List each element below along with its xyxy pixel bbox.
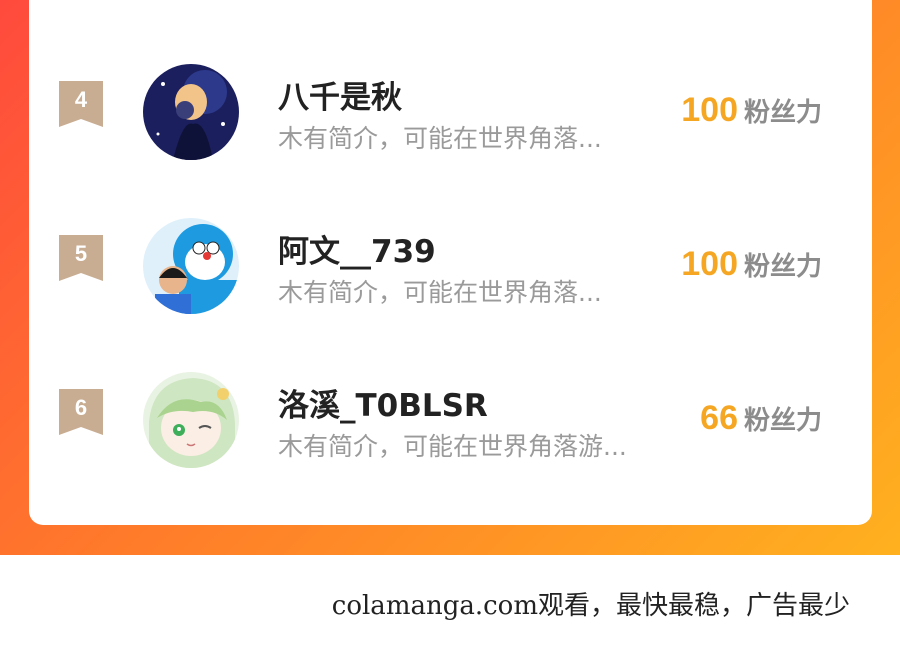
fans-score: 100 粉丝力	[681, 91, 822, 130]
ranking-row[interactable]: 4 八千是秋 木有简介，可能在世界角落... 100 粉丝力	[29, 64, 872, 164]
fans-unit: 粉丝力	[743, 98, 822, 128]
ranking-row[interactable]: 5 阿文__739 木有简介，可能在世界角落... 100 粉丝力	[29, 218, 872, 318]
avatar[interactable]	[143, 372, 239, 468]
fans-count: 66	[700, 399, 738, 437]
rank-number: 4	[74, 87, 88, 112]
rank-badge: 5	[59, 235, 103, 281]
user-bio: 木有简介，可能在世界角落游...	[278, 432, 627, 461]
rank-badge: 6	[59, 389, 103, 435]
footer: colamanga.com观看，最快最稳，广告最少	[0, 585, 900, 625]
watermark-text: colamanga.com观看，最快最稳，广告最少	[331, 591, 850, 621]
fans-score: 100 粉丝力	[681, 245, 822, 284]
rank-badge: 4	[59, 81, 103, 127]
fans-count: 100	[681, 91, 738, 129]
avatar[interactable]	[143, 64, 239, 160]
ranking-row[interactable]: 6 洛溪_T0BLSR 木有简介，可能在世界角落游... 66 粉丝力	[29, 372, 872, 472]
rank-number: 6	[74, 395, 88, 420]
fans-unit: 粉丝力	[743, 406, 822, 436]
ranking-banner: 4 八千是秋 木有简介，可能在世界角落... 100 粉丝力 5 阿文__739…	[0, 0, 900, 555]
user-bio: 木有简介，可能在世界角落...	[278, 124, 602, 153]
avatar[interactable]	[143, 218, 239, 314]
fans-unit: 粉丝力	[743, 252, 822, 282]
fans-count: 100	[681, 245, 738, 283]
user-bio: 木有简介，可能在世界角落...	[278, 278, 602, 307]
rank-number: 5	[74, 241, 88, 266]
user-name[interactable]: 阿文__739	[278, 226, 436, 271]
ranking-card: 4 八千是秋 木有简介，可能在世界角落... 100 粉丝力 5 阿文__739…	[29, 0, 872, 525]
user-name[interactable]: 八千是秋	[278, 72, 402, 117]
fans-score: 66 粉丝力	[700, 399, 822, 438]
user-name[interactable]: 洛溪_T0BLSR	[278, 380, 488, 425]
